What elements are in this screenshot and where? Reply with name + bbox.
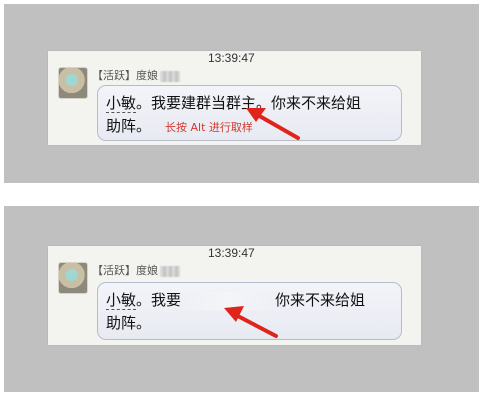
mention-link[interactable]: 小敏	[106, 94, 137, 113]
message-bubble[interactable]: 小敏。我要 你来不来给姐 助阵。	[97, 282, 402, 340]
sender-name[interactable]: 【活跃】度娘	[92, 262, 180, 278]
message-text-line1b: 你来不来给姐	[275, 291, 366, 309]
message-text-line1a: 。我要	[136, 291, 182, 309]
message-text-line2: 助阵。	[106, 314, 152, 332]
chat-message-area: 13:39:47 【活跃】度娘 小敏。我要建群当群主。你来不来给姐 助阵。 长按 …	[48, 51, 421, 145]
erased-text-mask	[181, 292, 276, 310]
bottom-screenshot-panel: 13:39:47 【活跃】度娘 小敏。我要 你来不来给姐 助阵。	[4, 206, 479, 392]
sender-avatar[interactable]	[58, 262, 88, 294]
mention-link[interactable]: 小敏	[106, 291, 137, 310]
annotation-hint: 长按 Alt 进行取样	[165, 121, 253, 134]
sender-name-text: 【活跃】度娘	[92, 264, 158, 277]
sender-avatar[interactable]	[58, 67, 88, 99]
top-screenshot-panel: 13:39:47 【活跃】度娘 小敏。我要建群当群主。你来不来给姐 助阵。 长按 …	[4, 4, 479, 183]
message-timestamp: 13:39:47	[208, 51, 255, 65]
chat-message-area: 13:39:47 【活跃】度娘 小敏。我要 你来不来给姐 助阵。	[48, 246, 421, 345]
sender-name[interactable]: 【活跃】度娘	[92, 67, 180, 83]
sender-name-text: 【活跃】度娘	[92, 69, 158, 82]
message-text-line1: 。我要建群当群主。你来不来给姐	[136, 94, 362, 112]
message-bubble[interactable]: 小敏。我要建群当群主。你来不来给姐 助阵。 长按 Alt 进行取样	[97, 85, 402, 141]
message-timestamp: 13:39:47	[208, 246, 255, 260]
blurred-name-mask	[160, 265, 180, 277]
blurred-name-mask	[160, 70, 180, 82]
message-text-line2: 助阵。	[106, 117, 152, 135]
